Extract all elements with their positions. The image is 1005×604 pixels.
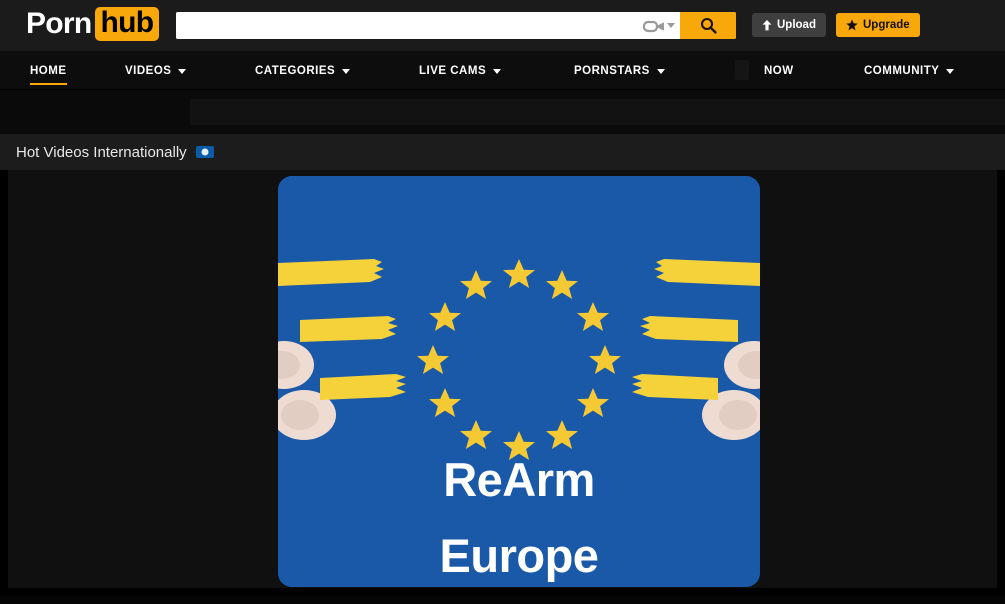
nav-item-now[interactable]: NOW: [764, 51, 794, 90]
nav-label: VIDEOS: [125, 64, 172, 77]
video-camera-icon: [643, 20, 664, 32]
nav-label: PORNSTARS: [574, 64, 650, 77]
thumbnail-title: ReArm Europe: [278, 442, 760, 587]
chevron-down-icon: [656, 69, 665, 74]
thumbnail-title-line-2: Europe: [439, 529, 599, 582]
thumbnail-title-line-1: ReArm: [443, 453, 595, 506]
nav-item-live-cams[interactable]: LIVE CAMS: [419, 51, 502, 90]
chevron-down-icon: [946, 69, 955, 74]
page-bottom-edge: [0, 596, 1005, 604]
search-bar[interactable]: [176, 12, 736, 39]
nav-label: HOME: [30, 64, 67, 77]
video-tile-placeholder-left[interactable]: [8, 170, 270, 588]
main-navigation: HOME VIDEOS CATEGORIES LIVE CAMS PORNSTA…: [0, 51, 1005, 90]
banner-placeholder: [190, 99, 1005, 125]
logo-text-accent: hub: [94, 7, 160, 41]
star-icon: [846, 19, 858, 31]
international-flag-badge-icon: [195, 146, 214, 158]
chevron-down-icon: [667, 23, 675, 28]
video-grid: ReArm Europe: [8, 170, 997, 588]
upload-button[interactable]: Upload: [752, 13, 826, 37]
section-title: Hot Videos Internationally: [16, 143, 187, 161]
nav-item-community[interactable]: COMMUNITY: [864, 51, 955, 90]
nav-label: CATEGORIES: [255, 64, 336, 77]
search-icon: [700, 17, 717, 34]
nav-item-categories[interactable]: CATEGORIES: [255, 51, 351, 90]
pornhub-logo[interactable]: Porn hub: [26, 7, 160, 41]
site-header: Porn hub Upload Upgrade: [0, 0, 1005, 51]
search-button[interactable]: [680, 12, 736, 39]
nav-label: NOW: [764, 64, 794, 77]
nav-item-pornstars[interactable]: PORNSTARS: [574, 51, 665, 90]
section-header: Hot Videos Internationally: [0, 134, 1005, 170]
search-input[interactable]: [176, 12, 638, 39]
now-icon-placeholder: [735, 60, 749, 80]
featured-video-thumbnail[interactable]: ReArm Europe: [278, 176, 760, 587]
upload-arrow-icon: [762, 19, 772, 30]
upgrade-button[interactable]: Upgrade: [836, 13, 920, 37]
chevron-down-icon: [178, 69, 187, 74]
upload-button-label: Upload: [777, 19, 816, 31]
upgrade-button-label: Upgrade: [863, 19, 910, 31]
nav-item-videos[interactable]: VIDEOS: [125, 51, 187, 90]
chevron-down-icon: [342, 69, 351, 74]
logo-text-primary: Porn: [26, 7, 92, 40]
search-type-selector[interactable]: [638, 12, 680, 39]
nav-label: COMMUNITY: [864, 64, 940, 77]
video-tile-placeholder-right[interactable]: [762, 170, 997, 588]
nav-item-home[interactable]: HOME: [30, 51, 67, 90]
chevron-down-icon: [493, 69, 502, 74]
nav-label: LIVE CAMS: [419, 64, 487, 77]
